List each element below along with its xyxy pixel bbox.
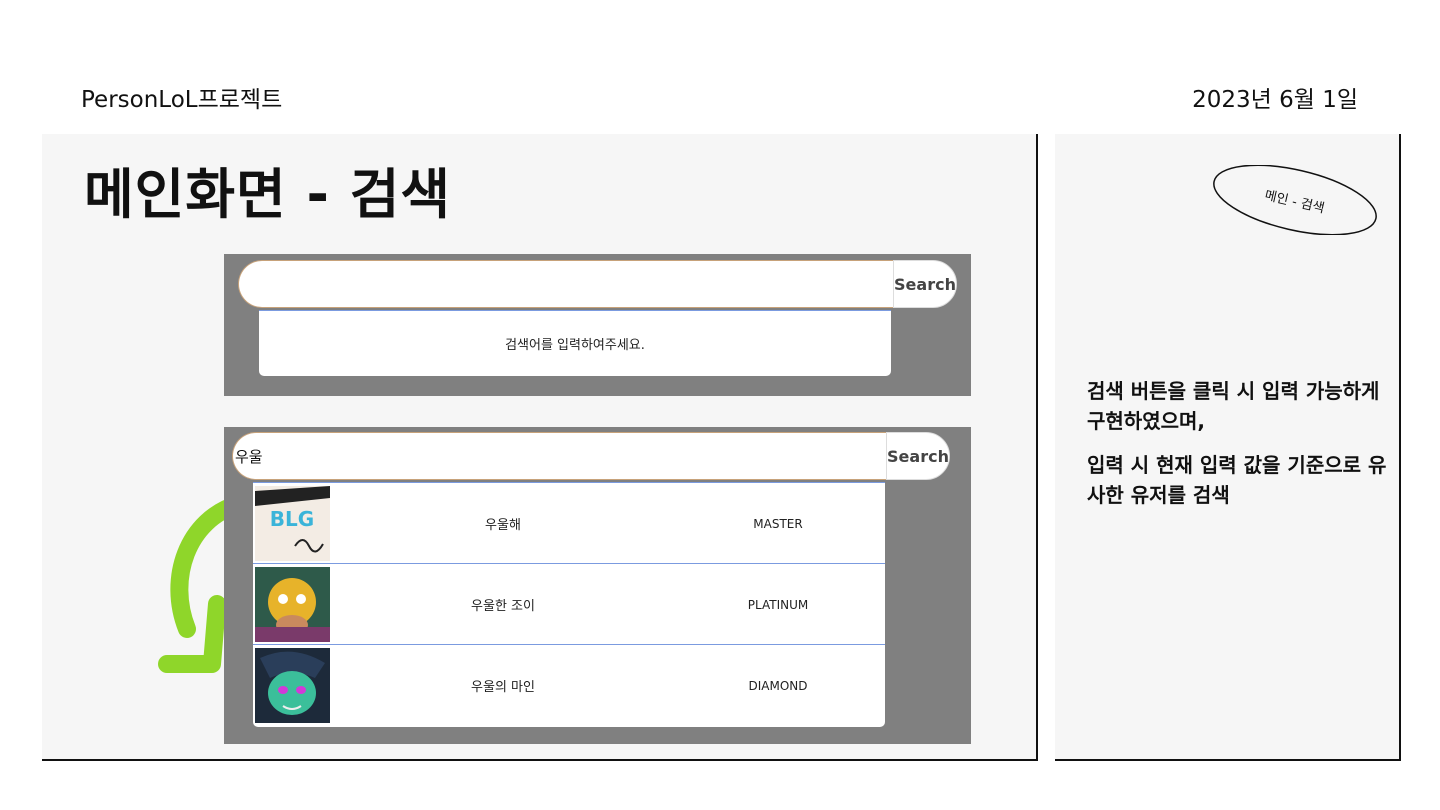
result-row[interactable]: 우울의 마인 DIAMOND [253,645,885,726]
project-name: PersonLoL프로젝트 [81,87,283,113]
search-input[interactable]: 우울 [232,432,886,480]
main-panel: 메인화면 - 검색 Search 검색어를 입력하여주세요. 우울 Search… [42,134,1038,761]
screen-label-badge: 메인 - 검색 [1211,165,1379,235]
description-1: 검색 버튼을 클릭 시 입력 가능하게 구현하였으며, [1087,379,1380,433]
search-input[interactable] [238,260,893,308]
green-haired-champion-icon [255,648,330,723]
result-tier: MASTER [753,516,803,531]
result-row[interactable]: 우울한 조이 PLATINUM [253,564,885,645]
result-tier: PLATINUM [747,597,809,612]
date-label: 2023년 6월 1일 [1192,87,1358,113]
search-button[interactable]: Search [893,260,957,308]
yellow-yordle-icon [255,567,330,642]
blg-logo-icon: BLG [255,486,330,561]
result-name: 우울해 [485,518,521,533]
svg-text:BLG: BLG [270,507,314,531]
results-list: BLG 우울해 MASTER 우울한 조이 PLATINUM 우울의 마인 DI… [253,482,885,727]
description-2: 입력 시 현재 입력 값을 기준으로 유사한 유저를 검색 [1087,453,1387,507]
result-name: 우울한 조이 [471,599,535,614]
result-tier: DIAMOND [748,678,808,693]
empty-search-bar: Search [238,260,957,310]
results-search-bar: 우울 Search [232,432,950,482]
page-title: 메인화면 - 검색 [84,163,452,226]
result-name: 우울의 마인 [471,680,535,695]
search-button[interactable]: Search [886,432,950,480]
search-hint: 검색어를 입력하여주세요. [259,310,891,376]
result-row[interactable]: BLG 우울해 MASTER [253,483,885,564]
